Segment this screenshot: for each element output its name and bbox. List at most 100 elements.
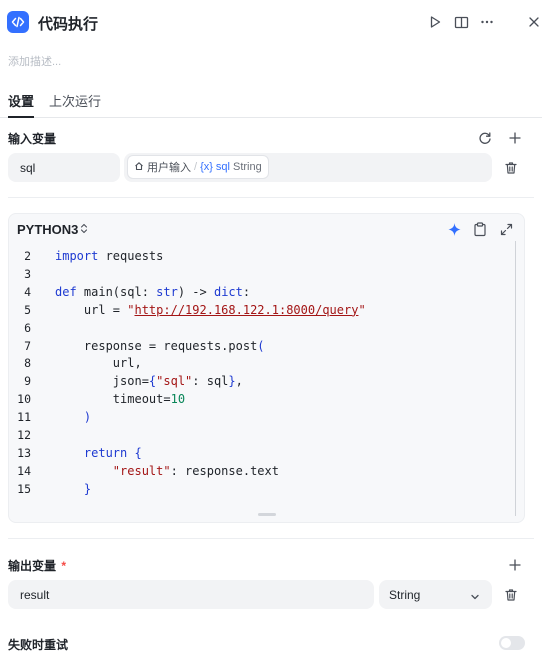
variable-icon: {x}	[200, 161, 213, 173]
code-scrollbar[interactable]	[515, 241, 516, 516]
code-token: :	[242, 284, 251, 299]
clipboard-icon[interactable]	[471, 220, 489, 238]
home-icon	[134, 161, 144, 174]
required-mark: *	[61, 559, 67, 573]
code-text: )	[55, 409, 91, 426]
code-token: : response.text	[170, 463, 279, 478]
line-number: 10	[17, 392, 31, 407]
code-text: url,	[55, 355, 142, 372]
close-icon[interactable]	[525, 13, 542, 31]
toggle-knob	[501, 638, 511, 648]
language-label: PYTHON3	[17, 222, 79, 237]
code-text: url = "http://192.168.122.1:8000/query"	[55, 302, 366, 319]
play-icon[interactable]	[426, 13, 444, 31]
panel-header: 代码执行	[0, 0, 542, 46]
output-type-select[interactable]: String	[379, 580, 492, 609]
resize-handle[interactable]	[258, 513, 276, 516]
line-number: 15	[17, 481, 31, 496]
line-number: 4	[24, 284, 31, 299]
ref-type: String	[232, 161, 262, 173]
code-token: str	[156, 284, 178, 299]
code-text: return {	[55, 445, 142, 462]
variable-ref-chip[interactable]: 用户输入 / {x} sql String	[127, 155, 269, 179]
book-icon[interactable]	[452, 13, 470, 31]
code-text: def main(sql: str) -> dict:	[55, 284, 250, 301]
code-token: import	[55, 249, 99, 263]
code-editor[interactable]: 2 import requests 3 4 def main(sql: str) -> …	[9, 241, 512, 516]
code-token: )	[83, 410, 92, 425]
refresh-icon[interactable]	[476, 129, 494, 147]
chevron-down-icon	[470, 590, 480, 604]
ref-var: sql	[215, 161, 230, 173]
add-input-var-plus-icon[interactable]	[506, 129, 524, 147]
page-title: 代码执行	[38, 16, 99, 33]
code-text: import requests	[55, 248, 163, 265]
tab-bar: 设置 上次运行	[0, 86, 542, 118]
delete-input-trash-icon[interactable]	[502, 159, 520, 177]
code-token: json=	[55, 374, 149, 389]
tab-active-indicator	[8, 116, 34, 118]
code-text: "result": response.text	[55, 463, 279, 480]
line-number: 2	[24, 249, 31, 263]
code-token: (	[257, 338, 265, 353]
divider	[8, 538, 534, 539]
code-text: response = requests.post(	[55, 338, 265, 355]
code-editor-panel: PYTHON3 2 import requests 3 4 def main(sql: …	[8, 213, 525, 523]
input-vars-label: 输入变量	[8, 132, 57, 146]
input-var-name-field[interactable]: sql	[8, 153, 120, 182]
code-token: 10	[170, 392, 186, 407]
code-text: json={"sql": sql},	[55, 373, 243, 390]
line-number: 8	[24, 356, 31, 371]
input-var-name: sql	[20, 160, 36, 175]
divider	[8, 197, 534, 198]
code-text: timeout=10	[55, 391, 185, 408]
delete-output-trash-icon[interactable]	[502, 586, 520, 604]
code-token: requests	[98, 249, 164, 263]
line-number: 6	[24, 320, 31, 335]
output-var-name: result	[20, 587, 50, 602]
code-token: http://192.168.122.1:8000/query	[134, 302, 359, 317]
ref-separator: /	[194, 161, 198, 173]
code-token: {	[134, 445, 142, 460]
code-token: ,	[235, 374, 243, 389]
tab-last-run[interactable]: 上次运行	[49, 91, 101, 110]
code-token: def	[55, 284, 77, 299]
line-number: 9	[24, 374, 31, 389]
retry-label: 失败时重试	[8, 638, 69, 652]
code-token: main(sql:	[76, 284, 157, 299]
code-token: timeout=	[55, 392, 171, 407]
description-input[interactable]: 添加描述...	[8, 53, 61, 69]
retry-toggle[interactable]	[499, 636, 525, 650]
code-token: dict	[213, 284, 243, 299]
add-output-var-plus-icon[interactable]	[506, 556, 524, 574]
code-token: "sql"	[156, 374, 193, 389]
line-number: 7	[24, 338, 31, 353]
output-type: String	[389, 587, 421, 602]
updown-icon	[80, 222, 88, 237]
expand-icon[interactable]	[497, 220, 515, 238]
output-var-name-field[interactable]: result	[8, 580, 374, 609]
output-vars-label-text: 输出变量	[8, 559, 57, 573]
code-token: }	[83, 481, 92, 496]
code-token: url =	[55, 302, 128, 317]
line-number: 14	[17, 463, 31, 478]
line-number: 3	[24, 266, 31, 281]
more-icon[interactable]	[478, 13, 496, 31]
code-token: : sql	[192, 374, 229, 389]
output-vars-label: 输出变量 *	[8, 557, 66, 574]
code-token: response = requests.post	[55, 338, 258, 353]
sparkle-icon[interactable]	[445, 220, 463, 238]
line-number: 12	[17, 428, 31, 442]
code-token: "	[358, 302, 366, 317]
language-select[interactable]: PYTHON3	[17, 222, 88, 237]
ref-source: 用户输入	[147, 162, 191, 174]
line-number: 11	[17, 410, 31, 425]
line-number: 13	[17, 445, 31, 460]
tab-settings[interactable]: 设置	[8, 91, 34, 110]
code-token: "result"	[112, 463, 171, 478]
